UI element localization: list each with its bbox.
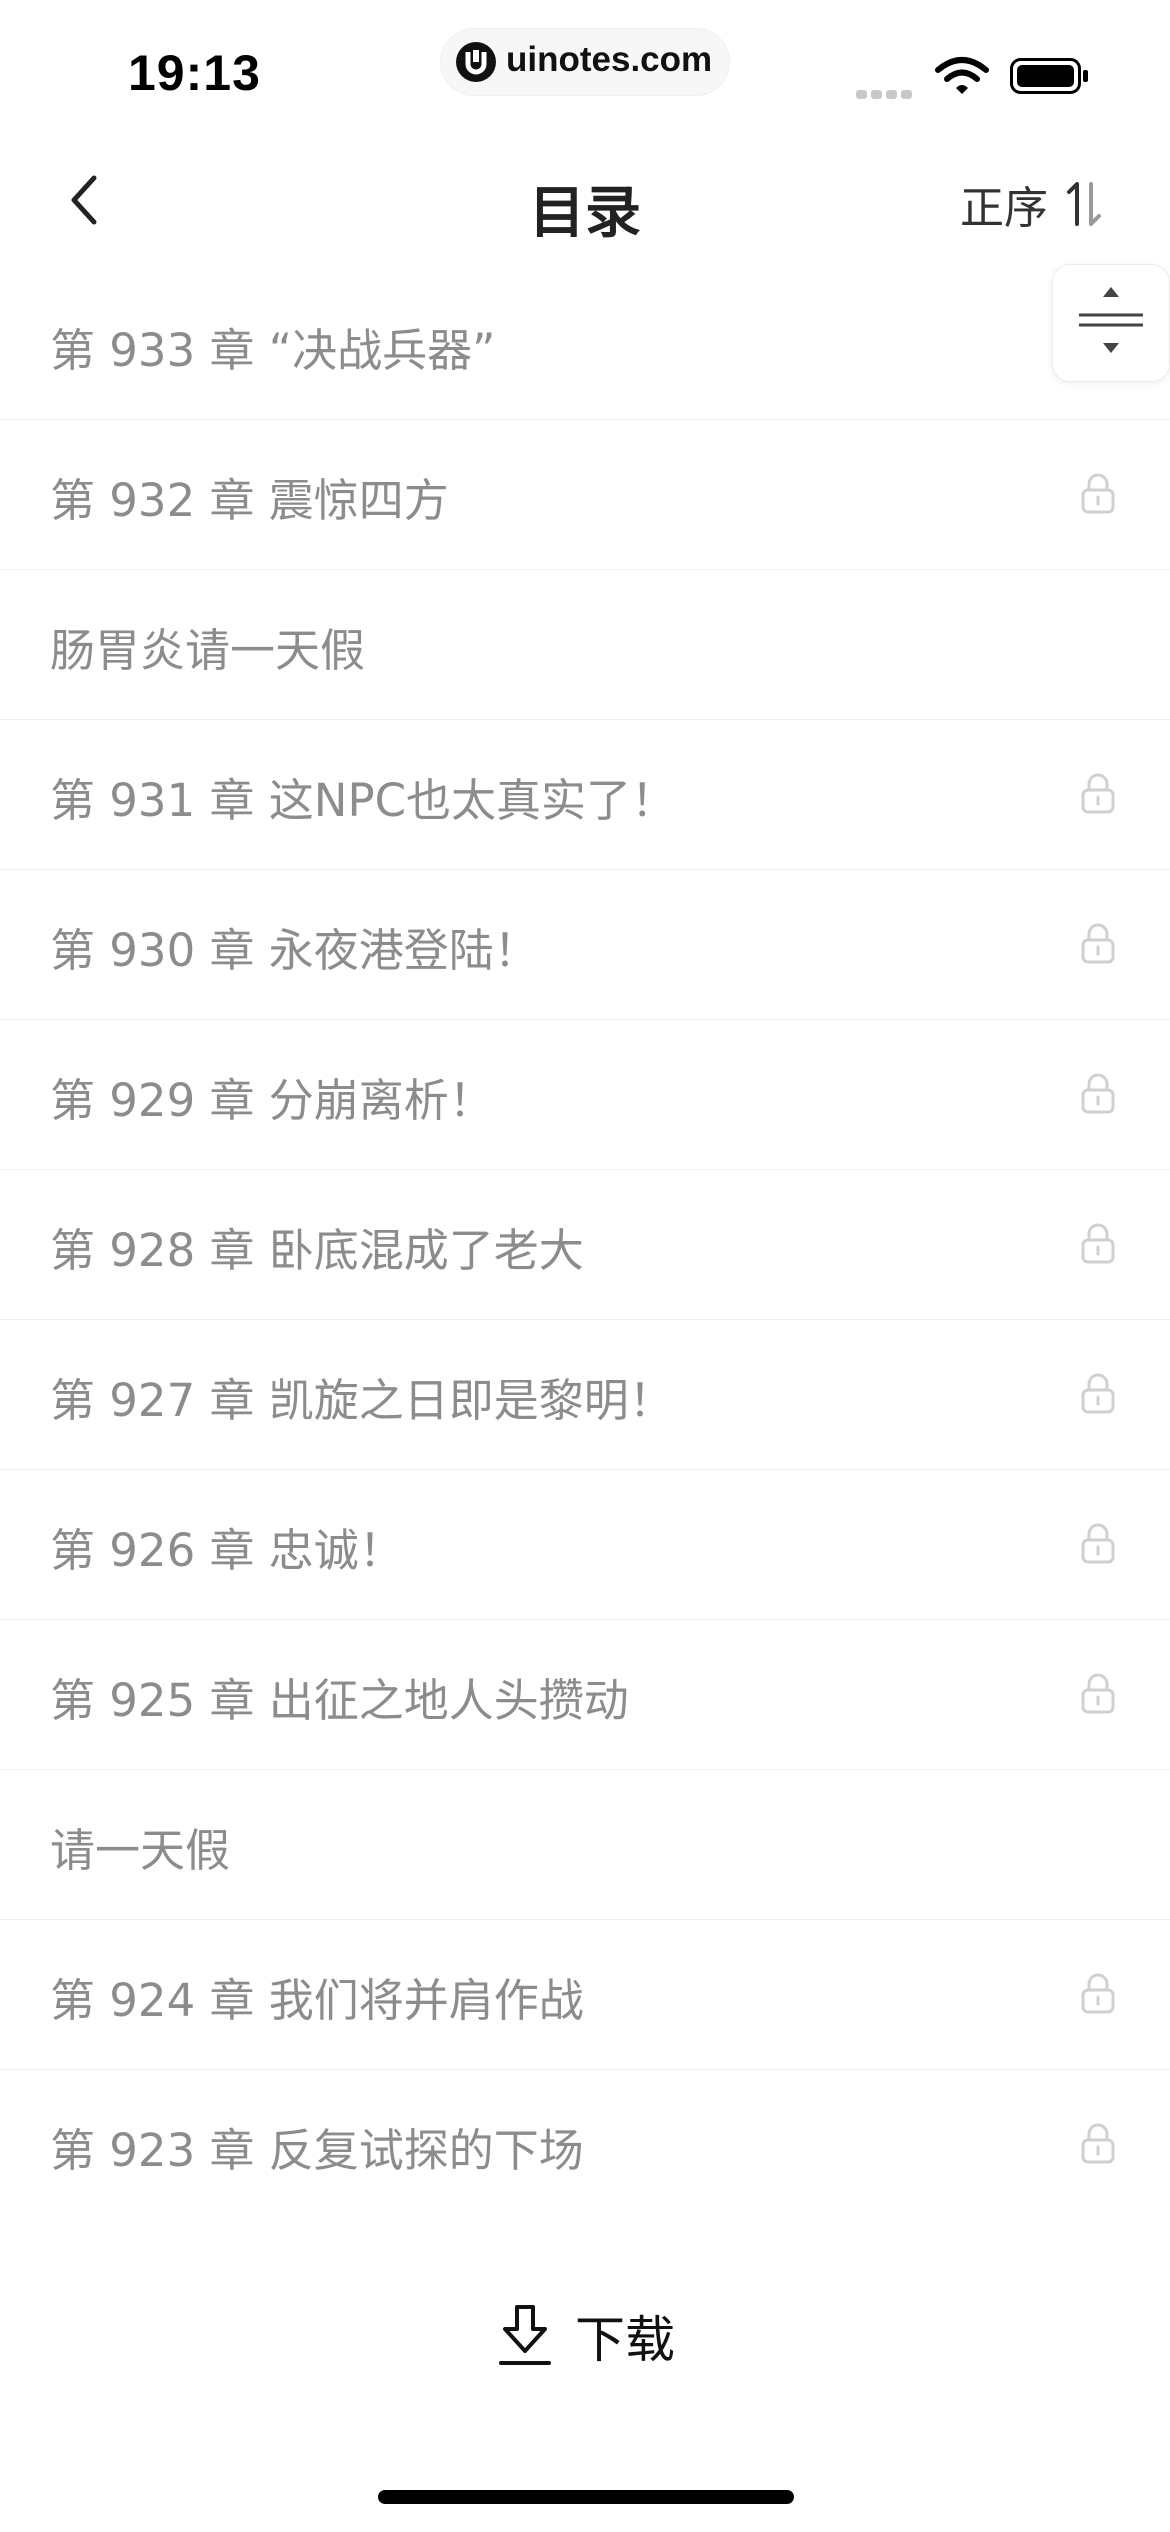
url-pill[interactable]: uinotes.com [440, 28, 730, 96]
chapter-title: 第 927 章 凯旋之日即是黎明！ [50, 1374, 674, 1427]
lock-icon [1081, 2123, 1115, 2164]
url-text: uinotes.com [506, 40, 713, 79]
sort-label: 正序 [960, 183, 1048, 234]
chapter-row[interactable]: 第 928 章 卧底混成了老大 [0, 1170, 1170, 1320]
lock-icon [1081, 923, 1115, 964]
lock-icon [1081, 1073, 1115, 1114]
chapter-title: 肠胃炎请一天假 [50, 624, 366, 677]
chapter-title: 第 933 章 “决战兵器” [50, 324, 496, 377]
lock-icon [1081, 1523, 1115, 1564]
chapter-row[interactable]: 第 929 章 分崩离析！ [0, 1020, 1170, 1170]
chapter-title: 第 924 章 我们将并肩作战 [50, 1974, 584, 2027]
nav-bar: 目录 正序 [0, 130, 1170, 270]
chapter-title: 第 930 章 永夜港登陆！ [50, 924, 539, 977]
lock-icon [1081, 773, 1115, 814]
download-label: 下载 [575, 2311, 675, 2369]
status-time: 19:13 [128, 45, 261, 101]
sort-arrows-icon [1067, 182, 1101, 226]
uinotes-logo-icon [456, 42, 496, 82]
chapter-row[interactable]: 第 931 章 这NPC也太真实了！ [0, 720, 1170, 870]
download-icon [499, 2305, 551, 2365]
chapter-row[interactable]: 肠胃炎请一天假 [0, 570, 1170, 720]
scroll-control-button[interactable] [1052, 264, 1170, 382]
chapter-row[interactable]: 第 924 章 我们将并肩作战 [0, 1920, 1170, 2070]
chapter-row[interactable]: 第 930 章 永夜港登陆！ [0, 870, 1170, 1020]
chapter-row[interactable]: 第 927 章 凯旋之日即是黎明！ [0, 1320, 1170, 1470]
signal-icon [856, 84, 916, 99]
lock-icon [1081, 1673, 1115, 1714]
chapter-row[interactable]: 第 923 章 反复试探的下场 [0, 2070, 1170, 2220]
chapter-title: 请一天假 [50, 1824, 231, 1877]
download-button[interactable]: 下载 [495, 2298, 675, 2374]
battery-icon [1010, 58, 1088, 94]
chapter-title: 第 932 章 震惊四方 [50, 474, 449, 527]
status-bar: 19:13 uinotes.com [0, 0, 1170, 130]
chapter-row[interactable]: 第 926 章 忠诚！ [0, 1470, 1170, 1620]
lock-icon [1081, 1973, 1115, 2014]
lock-icon [1081, 1373, 1115, 1414]
chapter-title: 第 928 章 卧底混成了老大 [50, 1224, 584, 1277]
chapter-title: 第 931 章 这NPC也太真实了！ [50, 774, 677, 827]
chapter-row[interactable]: 第 933 章 “决战兵器” [0, 270, 1170, 420]
download-bar: 下载 [0, 2212, 1170, 2532]
chapter-row[interactable]: 第 932 章 震惊四方 [0, 420, 1170, 570]
chapter-title: 第 923 章 反复试探的下场 [50, 2124, 584, 2177]
sort-toggle-button[interactable]: 正序 [960, 174, 1104, 234]
scroll-top-bottom-icon [1079, 287, 1143, 353]
chapter-row[interactable]: 请一天假 [0, 1770, 1170, 1920]
chapter-list: 第 933 章 “决战兵器” 第 932 章 震惊四方 肠胃炎请一天假第 931 章… [0, 270, 1170, 2220]
chapter-row[interactable]: 第 925 章 出征之地人头攒动 [0, 1620, 1170, 1770]
lock-icon [1081, 473, 1115, 514]
wifi-icon [935, 57, 989, 94]
home-indicator[interactable] [378, 2490, 794, 2504]
chapter-title: 第 926 章 忠诚！ [50, 1524, 404, 1577]
lock-icon [1081, 1223, 1115, 1264]
chapter-title: 第 925 章 出征之地人头攒动 [50, 1674, 629, 1727]
chapter-title: 第 929 章 分崩离析！ [50, 1074, 494, 1127]
